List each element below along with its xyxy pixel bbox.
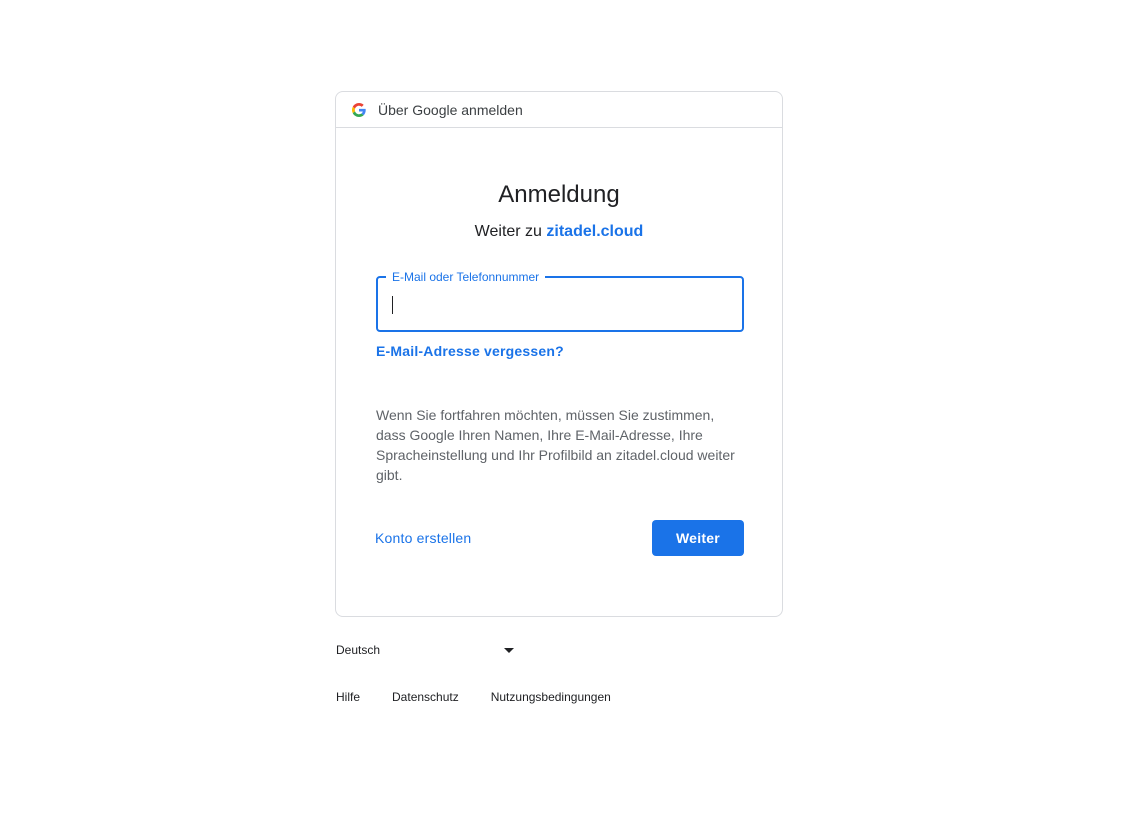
language-label: Deutsch [336, 643, 381, 657]
site-name: zitadel.cloud [546, 223, 644, 240]
consent-text: Wenn Sie fortfahren möchten, müssen Sie … [376, 407, 735, 483]
next-button[interactable]: Weiter [652, 520, 744, 556]
email-field-container: E-Mail oder Telefonnummer [376, 269, 744, 332]
forgot-email-link[interactable]: E-Mail-Adresse vergessen? [376, 343, 564, 359]
caret-down-icon [504, 647, 514, 653]
email-field[interactable] [378, 278, 742, 330]
sign-in-card: Über Google anmelden Anmeldung Weiter zu… [335, 91, 783, 617]
language-select[interactable]: Deutsch [336, 638, 516, 662]
subtitle: Weiter zu zitadel.cloud [336, 223, 782, 241]
terms-link[interactable]: Nutzungsbedingungen [491, 690, 611, 704]
footer-links: Hilfe Datenschutz Nutzungsbedingungen [336, 690, 643, 704]
page-title: Anmeldung [498, 181, 620, 208]
subtitle-prefix: Weiter zu [474, 223, 547, 240]
text-cursor [392, 296, 393, 314]
create-account-link[interactable]: Konto erstellen [375, 530, 471, 546]
help-link[interactable]: Hilfe [336, 690, 360, 704]
google-g-icon [352, 102, 366, 117]
card-header: Über Google anmelden [336, 92, 782, 128]
privacy-link[interactable]: Datenschutz [392, 690, 459, 704]
header-title: Über Google anmelden [378, 101, 523, 118]
